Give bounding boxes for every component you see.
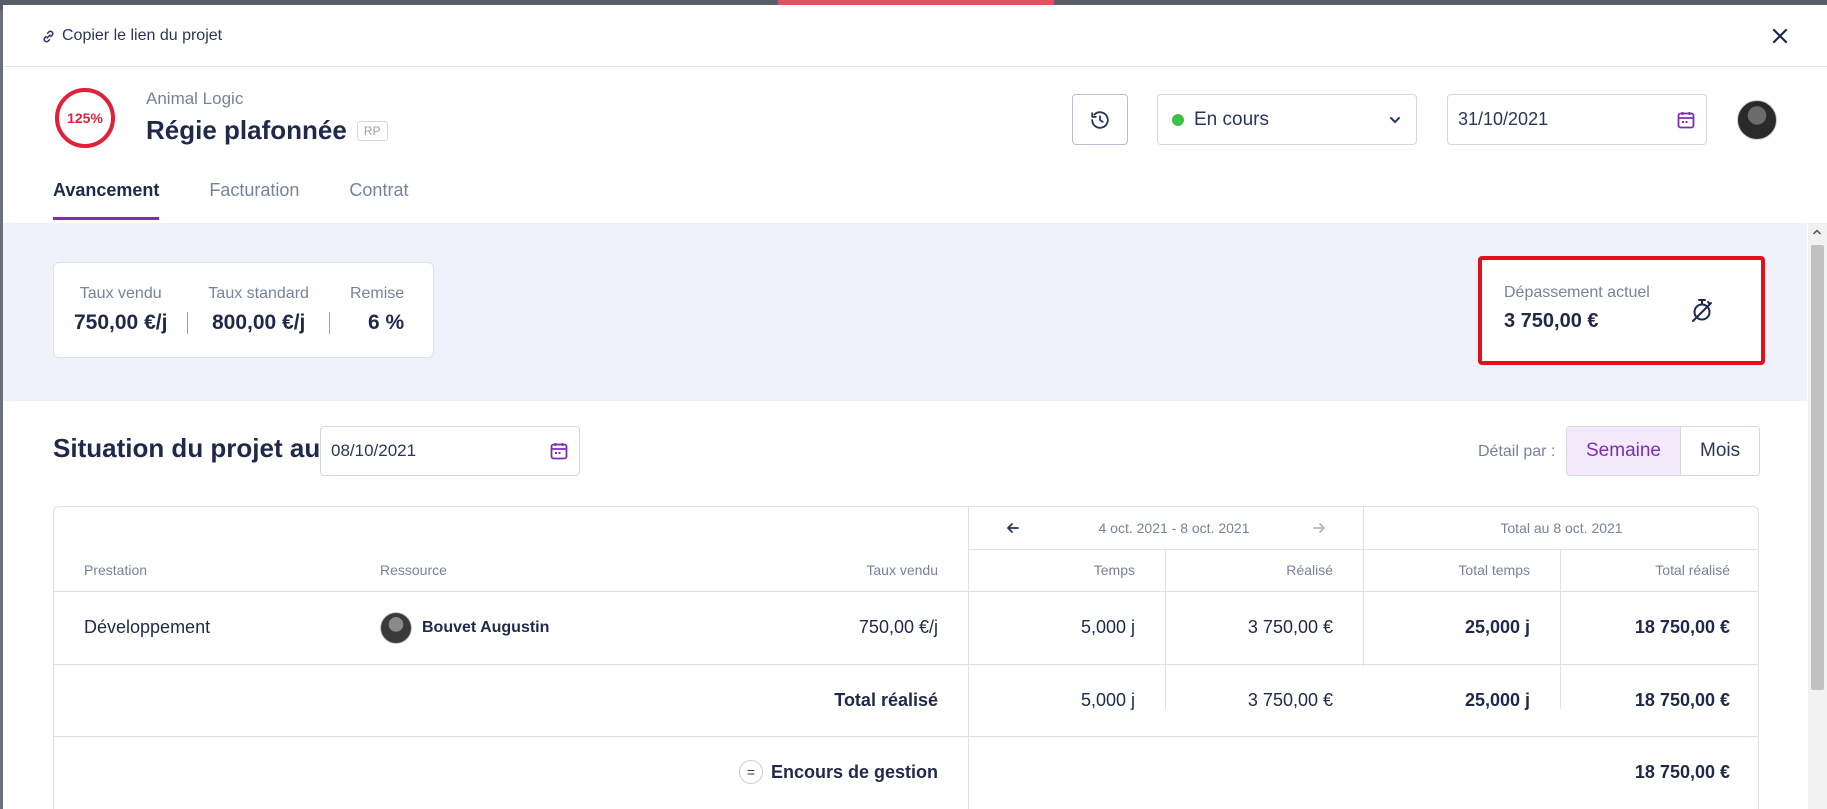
progress-ring: 125%	[53, 86, 117, 150]
project-title: Régie plafonnée RP	[146, 115, 388, 146]
copy-link-button[interactable]: Copier le lien du projet	[41, 27, 222, 45]
project-modal: Copier le lien du projet 125% Animal Log…	[3, 5, 1827, 809]
calendar-icon[interactable]	[1676, 110, 1696, 130]
modal-topbar: Copier le lien du projet	[3, 5, 1827, 67]
user-avatar[interactable]	[1737, 100, 1777, 140]
encours-label: Encours de gestion	[770, 761, 938, 782]
tab-contrat[interactable]: Contrat	[349, 180, 408, 216]
total-row-realise: 3 750,00 €	[1247, 689, 1333, 710]
cell-realise: 3 750,00 €	[1247, 617, 1333, 637]
project-header: 125% Animal Logic Régie plafonnée RP En …	[3, 67, 1827, 223]
project-type-badge: RP	[356, 120, 388, 141]
project-title-text: Régie plafonnée	[146, 115, 347, 145]
toggle-mois[interactable]: Mois	[1681, 427, 1760, 475]
tab-facturation[interactable]: Facturation	[209, 180, 299, 216]
encours-total-realise: 18 750,00 €	[1634, 761, 1730, 782]
scrollbar-thumb[interactable]	[1811, 245, 1824, 690]
header-taux-vendu: Taux vendu	[866, 562, 938, 578]
header-ressource: Ressource	[380, 562, 447, 578]
overrun-value: 3 750,00 €	[1504, 310, 1599, 332]
header-realise: Réalisé	[1286, 562, 1333, 578]
no-alert-icon[interactable]	[1688, 296, 1716, 324]
rate-taux-standard: Taux standard 800,00 €/j	[188, 285, 329, 335]
history-button[interactable]	[1072, 94, 1128, 145]
total-row-total-realise: 18 750,00 €	[1634, 689, 1730, 710]
end-date-value: 31/10/2021	[1458, 109, 1549, 129]
toggle-semaine[interactable]: Semaine	[1567, 427, 1681, 475]
cell-total-realise: 18 750,00 €	[1634, 617, 1730, 637]
history-icon	[1091, 110, 1109, 129]
rate-value: 750,00 €/j	[74, 311, 168, 334]
tab-avancement[interactable]: Avancement	[53, 180, 160, 220]
calendar-icon[interactable]	[549, 441, 569, 461]
tab-bar: Avancement Facturation Contrat	[53, 180, 408, 220]
rate-value: 6 %	[367, 311, 405, 334]
period-label: 4 oct. 2021 - 8 oct. 2021	[1098, 520, 1250, 536]
overrun-label: Dépassement actuel	[1504, 284, 1650, 301]
summary-band: Taux vendu 750,00 €/j Taux standard 800,…	[3, 223, 1807, 401]
overrun-card: Dépassement actuel 3 750,00 €	[1478, 256, 1765, 365]
header-temps: Temps	[1093, 562, 1135, 578]
next-period-button[interactable]	[1312, 507, 1326, 549]
resource-name: Bouvet Augustin	[422, 618, 550, 636]
situation-table: 4 oct. 2021 - 8 oct. 2021 Total au 8 oct…	[53, 506, 1759, 809]
total-row-total-temps: 25,000 j	[1464, 689, 1530, 710]
chevron-down-icon	[1390, 116, 1400, 123]
link-icon	[43, 30, 54, 42]
cell-taux-vendu: 750,00 €/j	[858, 617, 938, 637]
rate-remise: Remise 6 %	[330, 285, 424, 335]
scrollbar[interactable]	[1808, 223, 1827, 809]
scroll-up-icon[interactable]	[1812, 227, 1822, 237]
cell-total-temps: 25,000 j	[1464, 617, 1530, 637]
overrun-content: Dépassement actuel 3 750,00 €	[1504, 284, 1650, 333]
rate-value: 800,00 €/j	[211, 311, 306, 334]
rate-label: Remise	[349, 285, 405, 302]
encours-row-label: = Encours de gestion	[654, 736, 938, 808]
close-button[interactable]	[1767, 23, 1793, 49]
rate-label: Taux standard	[208, 285, 309, 302]
header-total-realise: Total réalisé	[1655, 562, 1730, 578]
total-row-label: Total réalisé	[834, 689, 938, 710]
situation-date-field[interactable]: 08/10/2021	[320, 426, 580, 476]
rate-label: Taux vendu	[79, 285, 162, 302]
end-date-field[interactable]: 31/10/2021	[1447, 94, 1707, 145]
situation-date-value: 08/10/2021	[331, 441, 417, 460]
header-total-temps: Total temps	[1458, 562, 1530, 578]
header-prestation: Prestation	[84, 562, 148, 578]
arrow-right-icon	[1313, 523, 1325, 533]
equals-icon: =	[738, 760, 763, 784]
total-period-label: Total au 8 oct. 2021	[1500, 520, 1623, 536]
total-row-temps: 5,000 j	[1080, 689, 1135, 710]
period-toggle: Semaine Mois	[1566, 426, 1761, 476]
status-dot	[1172, 113, 1184, 126]
status-value: En cours	[1194, 108, 1269, 130]
resource-avatar	[380, 611, 412, 644]
detail-label: Détail par :	[1478, 443, 1556, 460]
status-select[interactable]: En cours	[1157, 94, 1417, 145]
cell-temps: 5,000 j	[1080, 617, 1135, 637]
rates-card: Taux vendu 750,00 €/j Taux standard 800,…	[53, 262, 434, 358]
situation-title: Situation du projet au	[53, 433, 321, 463]
progress-percent: 125%	[67, 110, 103, 126]
copy-link-label: Copier le lien du projet	[62, 27, 223, 44]
client-name: Animal Logic	[146, 89, 244, 108]
rate-taux-vendu: Taux vendu 750,00 €/j	[54, 285, 187, 335]
close-icon	[1772, 28, 1788, 44]
cell-ressource: Bouvet Augustin	[380, 591, 549, 664]
cell-prestation: Développement	[84, 617, 211, 637]
